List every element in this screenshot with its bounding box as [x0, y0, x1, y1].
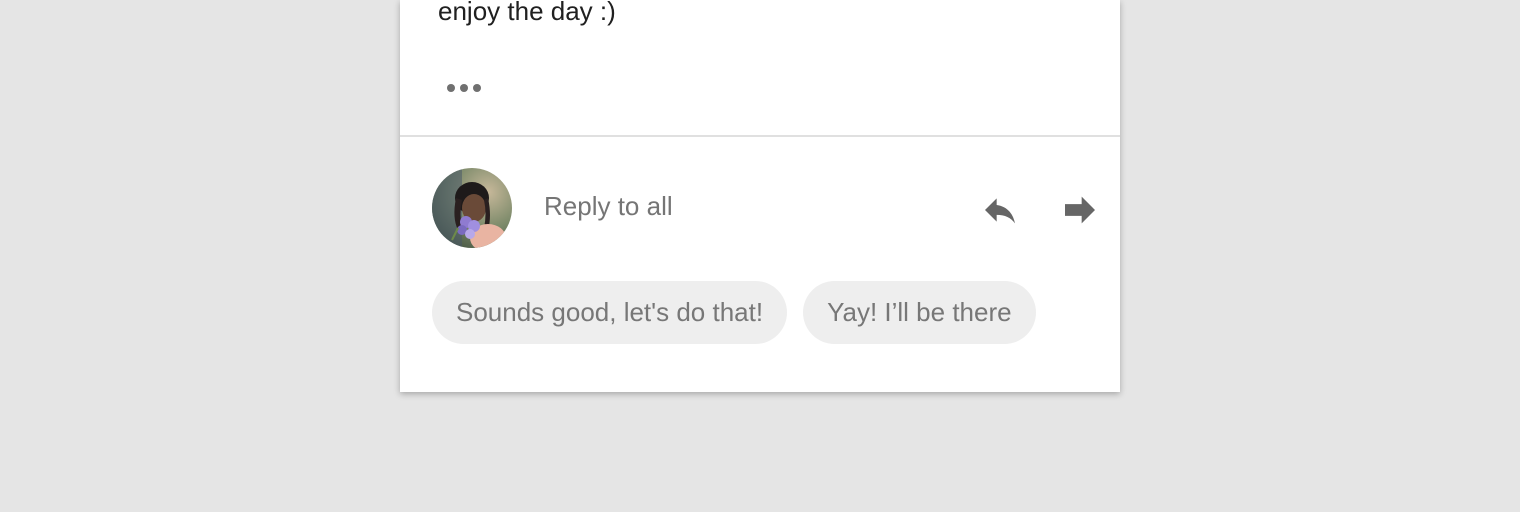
divider	[400, 135, 1120, 137]
message-card: enjoy the day :) Reply to all Sounds goo…	[400, 0, 1120, 392]
smart-reply-chip[interactable]: Sounds good, let's do that!	[432, 281, 788, 344]
message-body-text: enjoy the day :)	[438, 0, 616, 26]
reply-button[interactable]	[976, 186, 1024, 234]
smart-reply-chips: Sounds good, let's do that! Yay! I’ll be…	[432, 281, 1036, 344]
reply-icon	[985, 198, 1015, 224]
more-horiz-icon	[447, 84, 455, 92]
forward-icon	[1065, 196, 1095, 224]
reply-all-input[interactable]: Reply to all	[544, 186, 673, 226]
forward-button[interactable]	[1056, 186, 1104, 234]
avatar	[432, 168, 512, 248]
user-avatar-photo	[432, 168, 512, 248]
smart-reply-chip[interactable]: Yay! I’ll be there	[803, 281, 1036, 344]
show-trimmed-content-button[interactable]	[438, 70, 490, 106]
